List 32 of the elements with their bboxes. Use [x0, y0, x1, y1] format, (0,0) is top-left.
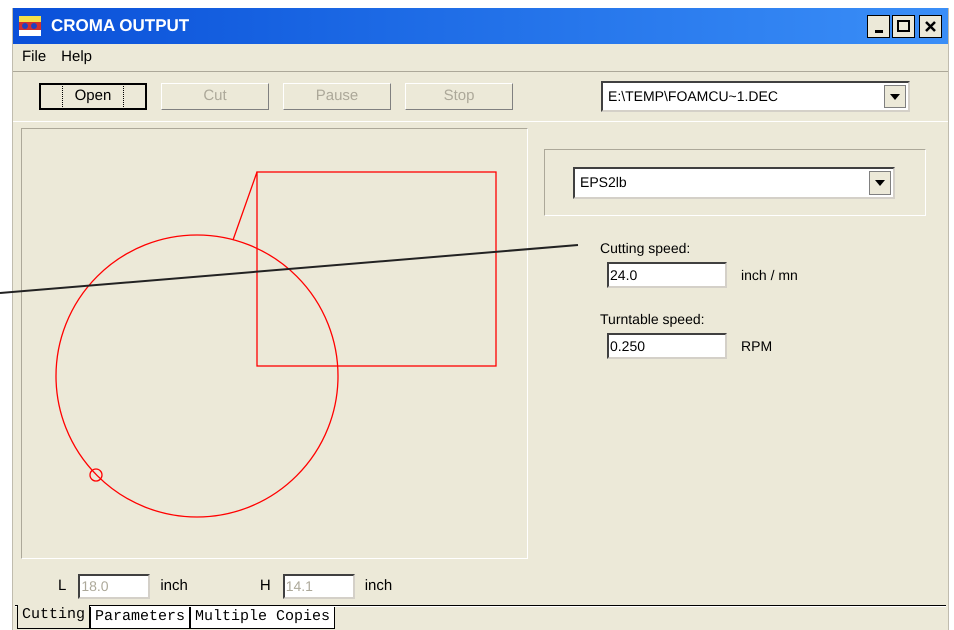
dimension-label: H — [260, 576, 271, 596]
tab[interactable]: Parameters — [90, 607, 190, 629]
close-button[interactable] — [919, 14, 942, 38]
maximize-icon — [897, 20, 910, 32]
dropdown-arrow-button[interactable] — [869, 170, 891, 194]
dimension-label: L — [58, 576, 66, 596]
menu-item[interactable]: Help — [61, 46, 92, 69]
material-dropdown[interactable]: EPS2lb — [573, 166, 895, 198]
file-dropdown[interactable]: E:\TEMP\FOAMCU~1.DEC — [601, 81, 910, 112]
maximize-button[interactable] — [892, 14, 915, 38]
caret-icon — [875, 180, 885, 186]
input-field[interactable]: 24.0 — [607, 262, 727, 288]
window-title: CROMA OUTPUT — [51, 15, 190, 38]
unit-label: inch / mn — [741, 266, 798, 284]
file-path: E:\TEMP\FOAMCU~1.DEC — [607, 87, 779, 106]
field-label: Turntable speed: — [600, 310, 706, 329]
unit-label: RPM — [741, 336, 772, 356]
minimize-button[interactable] — [867, 14, 890, 38]
close-icon — [925, 20, 936, 32]
minimize-icon — [874, 30, 882, 32]
tab[interactable]: Cutting — [17, 605, 90, 629]
material-value: EPS2lb — [579, 173, 628, 192]
menu-item[interactable]: File — [22, 46, 46, 69]
dropdown-arrow-button[interactable] — [884, 85, 906, 108]
app-icon — [19, 16, 41, 36]
input-field[interactable]: 0.250 — [607, 333, 727, 359]
field-label: Cutting speed: — [600, 239, 692, 258]
unit-label: inch — [364, 576, 392, 596]
caret-icon — [890, 94, 900, 100]
unit-label: inch — [160, 576, 188, 596]
tab[interactable]: Multiple Copies — [190, 607, 336, 629]
toolbar-button[interactable]: Open — [39, 83, 147, 110]
